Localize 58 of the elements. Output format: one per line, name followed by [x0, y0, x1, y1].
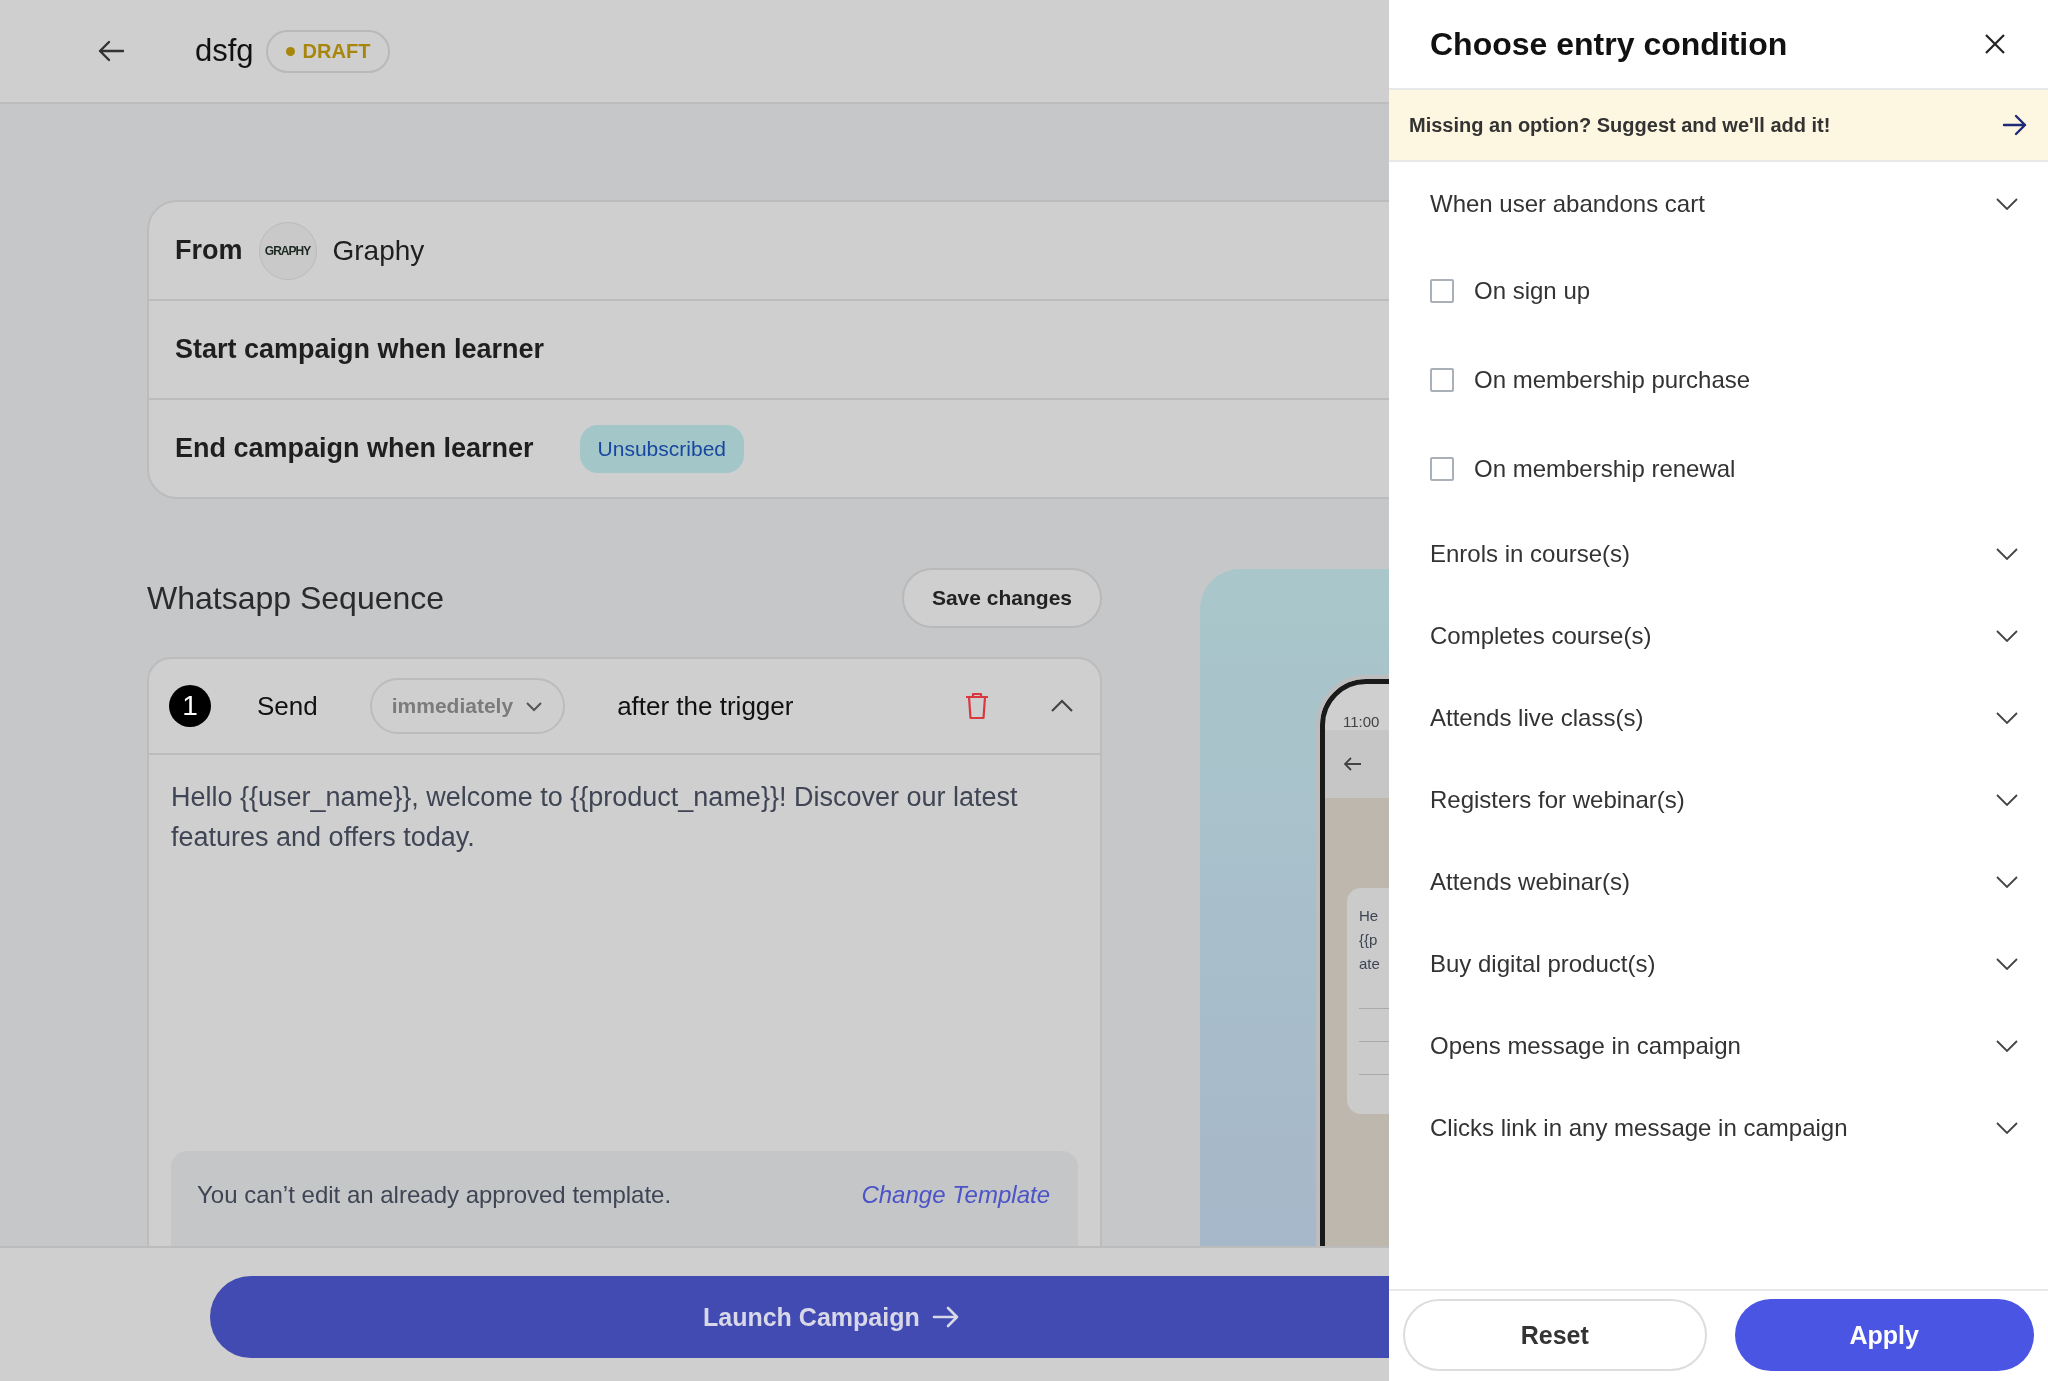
group-label: Completes course(s): [1430, 622, 1652, 650]
group-label: When user abandons cart: [1430, 190, 1705, 218]
sender-logo: GRAPHY: [258, 221, 317, 280]
from-label: From: [175, 235, 243, 266]
change-template-link[interactable]: Change Template: [861, 1179, 1050, 1246]
group-label: Attends live class(s): [1430, 704, 1644, 732]
bubble-text: He: [1359, 906, 1380, 926]
group-label: Opens message in campaign: [1430, 1032, 1741, 1060]
launch-campaign-button[interactable]: Launch Campaign: [210, 1276, 1389, 1358]
start-condition-label: Start campaign when learner: [175, 334, 545, 365]
checkbox-option[interactable]: On sign up: [1430, 246, 2018, 335]
group-label: Buy digital product(s): [1430, 950, 1656, 978]
reset-button[interactable]: Reset: [1403, 1299, 1707, 1371]
save-changes-button[interactable]: Save changes: [901, 568, 1102, 628]
back-arrow-icon[interactable]: [97, 39, 125, 63]
back-arrow-icon: [1343, 756, 1363, 772]
chevron-up-icon[interactable]: [1050, 699, 1074, 713]
apply-button[interactable]: Apply: [1734, 1299, 2034, 1371]
step-number: 1: [169, 685, 211, 727]
send-label: Send: [257, 690, 318, 722]
bubble-text: {{p: [1359, 930, 1379, 950]
banner-text: Missing an option? Suggest and we'll add it!: [1409, 113, 1831, 137]
group-label: Clicks link in any message in campaign: [1430, 1114, 1848, 1142]
chevron-down-icon: [525, 700, 544, 712]
checkbox[interactable]: [1430, 367, 1454, 392]
checkbox[interactable]: [1430, 278, 1454, 303]
section-title: Whatsapp Sequence: [147, 579, 445, 617]
condition-group[interactable]: Buy digital product(s): [1430, 923, 2018, 1005]
after-label: after the trigger: [617, 690, 794, 722]
condition-tag: Unsubscribed: [579, 424, 744, 473]
group-label: Registers for webinar(s): [1430, 786, 1685, 814]
checkbox-option[interactable]: On membership purchase: [1430, 335, 2018, 424]
condition-group[interactable]: Clicks link in any message in campaign: [1430, 1087, 2018, 1169]
group-label: Enrols in course(s): [1430, 540, 1631, 568]
condition-group[interactable]: Enrols in course(s): [1430, 513, 2018, 595]
close-icon[interactable]: [1984, 33, 2006, 55]
condition-group[interactable]: Attends webinar(s): [1430, 841, 2018, 923]
status-badge: DRAFT: [265, 29, 391, 73]
notice-text: You can’t edit an already approved template.: [197, 1180, 672, 1210]
condition-group[interactable]: Attends live class(s): [1430, 677, 2018, 759]
phone-time: 11:00: [1343, 713, 1380, 730]
trash-icon[interactable]: [964, 691, 990, 721]
checkbox-option[interactable]: On membership renewal: [1430, 424, 2018, 513]
end-condition-label: End campaign when learner: [175, 433, 534, 464]
campaign-title: dsfg: [195, 33, 254, 69]
condition-group[interactable]: Opens message in campaign: [1430, 1005, 2018, 1087]
arrow-right-icon: [2002, 114, 2028, 136]
suggestion-banner[interactable]: Missing an option? Suggest and we'll add it!: [1389, 90, 2048, 162]
condition-group[interactable]: Completes course(s): [1430, 595, 2018, 677]
message-text: Hello {{user_name}}, welcome to {{product_name}}! Discover our latest features and offers today.: [171, 781, 1019, 854]
condition-group[interactable]: Registers for webinar(s): [1430, 759, 2018, 841]
condition-group[interactable]: When user abandons cart: [1430, 162, 2018, 246]
bubble-text: ate: [1359, 954, 1381, 974]
group-label: Attends webinar(s): [1430, 868, 1631, 896]
arrow-right-icon: [931, 1306, 960, 1328]
checkbox[interactable]: [1430, 456, 1454, 481]
drawer-title: Choose entry condition: [1430, 25, 1788, 63]
sender-name: Graphy: [332, 234, 425, 267]
